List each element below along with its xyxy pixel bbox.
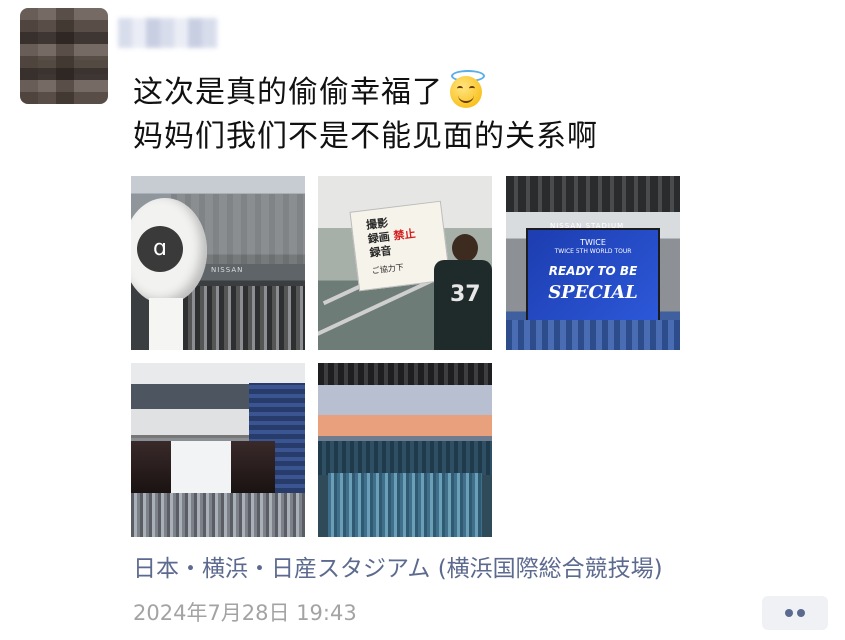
photo-thumbnail-1[interactable]: NISSAN ɑ: [131, 176, 305, 350]
photo-thumbnail-2[interactable]: 撮影 録画 禁止 録音 ご協力下 37: [318, 176, 492, 350]
more-options-button[interactable]: [762, 596, 828, 630]
stadium-screen: TWICE TWICE 5TH WORLD TOUR READY TO BE S…: [526, 228, 660, 322]
location-link[interactable]: 日本・横浜・日産スタジアム (横浜国際総合競技場): [133, 549, 663, 583]
post-line-2: 妈妈们我们不是不能见面的关系啊: [133, 119, 598, 154]
person-in-jersey: 37: [434, 234, 492, 350]
dot-icon: [797, 609, 805, 617]
username-blurred[interactable]: [118, 18, 218, 48]
stadium-sign: NISSAN: [211, 266, 244, 274]
post-timestamp: 2024年7月28日 19:43: [133, 601, 357, 625]
photo-thumbnail-4[interactable]: [131, 363, 305, 537]
post-line-1: 这次是真的偷偷幸福了: [133, 70, 773, 115]
dot-icon: [785, 609, 793, 617]
avatar[interactable]: [20, 8, 108, 104]
lightstick: ɑ: [131, 198, 213, 350]
post-text: 这次是真的偷偷幸福了 妈妈们我们不是不能见面的关系啊: [133, 70, 773, 159]
photo-thumbnail-3[interactable]: NISSAN STADIUM TWICE TWICE 5TH WORLD TOU…: [506, 176, 680, 350]
photo-thumbnail-5[interactable]: [318, 363, 492, 537]
smiling-face-with-halo-icon: [447, 70, 485, 108]
